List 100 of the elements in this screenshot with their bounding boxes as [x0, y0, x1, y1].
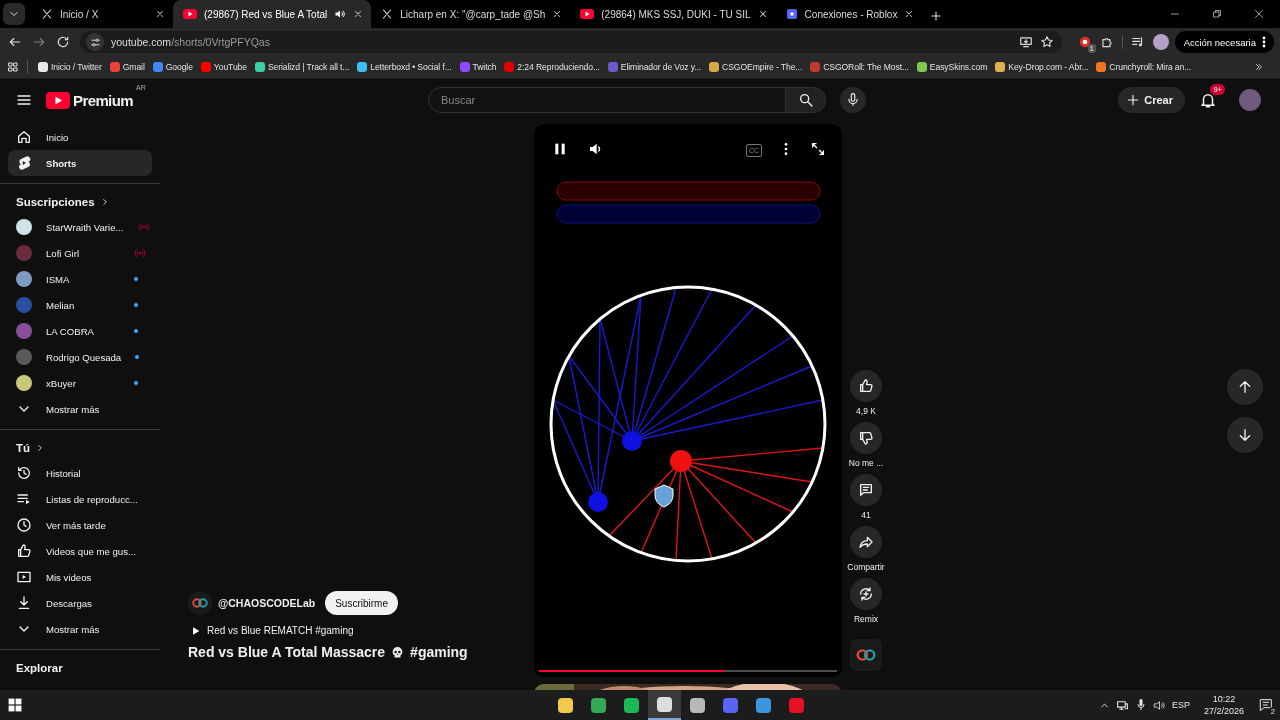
subscription-item[interactable]: Rodrigo Quesada	[8, 344, 152, 370]
close-icon[interactable]	[757, 9, 768, 19]
remix-button[interactable]	[850, 578, 882, 610]
dislike-button[interactable]	[850, 422, 882, 454]
sidebar-item[interactable]: Inicio	[8, 124, 152, 150]
media-icon[interactable]	[1130, 35, 1145, 49]
subscription-item[interactable]: Melian	[8, 292, 152, 318]
star-icon[interactable]	[1039, 35, 1054, 49]
create-button[interactable]: Crear	[1118, 87, 1185, 113]
section-heading[interactable]: Explorar	[8, 655, 152, 680]
subscription-item[interactable]: ISMA	[8, 266, 152, 292]
section-heading[interactable]: Suscripciones	[8, 189, 152, 214]
channel-name[interactable]: @CHAOSCODELab	[218, 597, 316, 609]
section-heading[interactable]: Tú	[8, 435, 152, 460]
fullscreen-button[interactable]	[810, 141, 826, 157]
download-icon	[16, 595, 32, 611]
arrow-down-icon	[1237, 426, 1253, 443]
account-avatar[interactable]	[1239, 89, 1261, 111]
subscription-item[interactable]: LA COBRA	[8, 318, 152, 344]
install-icon[interactable]	[1018, 35, 1033, 49]
close-icon[interactable]	[353, 9, 364, 19]
share-button[interactable]	[850, 526, 882, 558]
shorts-icon	[16, 155, 32, 171]
previous-video-button[interactable]	[1227, 368, 1263, 405]
bookmark[interactable]: Twitch	[455, 58, 501, 76]
bookmark[interactable]: 2:24 Reproduciendo...	[500, 58, 604, 76]
bookmark[interactable]: Key-Drop.com - Abr...	[991, 58, 1093, 76]
more-bookmarks-icon[interactable]	[1254, 62, 1264, 72]
bookmark[interactable]: Serializd | Track all t...	[250, 58, 354, 76]
channel-avatar[interactable]	[188, 591, 212, 615]
video-title: Red vs Blue A Total Massacre	[188, 644, 386, 660]
sidebar-item[interactable]: Descargas	[8, 590, 152, 616]
bookmark[interactable]: Inicio / Twitter	[34, 58, 106, 76]
sidebar-item[interactable]: Mostrar más	[8, 396, 152, 422]
action-button[interactable]: Acción necesaria	[1174, 31, 1274, 53]
network-icon[interactable]	[1115, 698, 1129, 712]
taskbar-app[interactable]	[648, 690, 681, 720]
sidebar-item[interactable]: Ver más tarde	[8, 512, 152, 538]
apps-grid-icon[interactable]	[7, 61, 19, 73]
channel-avatar[interactable]	[850, 639, 882, 671]
related-video-link[interactable]: Red vs Blue REMATCH #gaming	[188, 625, 534, 636]
close-icon[interactable]	[552, 9, 563, 19]
sidebar-item[interactable]: Shorts	[8, 150, 152, 176]
bookmark[interactable]: Eliminador de Voz y...	[603, 58, 706, 76]
speaker-icon[interactable]	[1152, 698, 1166, 712]
browser-tab[interactable]: (29864) MKS SSJ, DUKI - TU SIL	[570, 0, 776, 28]
extension-icon[interactable]	[1077, 35, 1092, 49]
mic-icon[interactable]	[1134, 699, 1147, 711]
windows-logo-icon[interactable]	[8, 698, 22, 712]
profile-avatar[interactable]	[1152, 34, 1169, 50]
sidebar-item[interactable]: Mis videos	[8, 564, 152, 590]
menu-icon[interactable]	[16, 92, 32, 108]
hashtag-link[interactable]: #gaming	[410, 644, 468, 660]
puzzle-icon[interactable]	[1099, 35, 1114, 49]
language-indicator[interactable]: ESP	[1171, 700, 1190, 710]
bookmark[interactable]: Google	[148, 58, 197, 76]
browser-tab[interactable]: Licharp en X: "@carp_tade @Sh	[371, 0, 571, 28]
tab-list-button[interactable]	[3, 3, 25, 25]
subscription-item[interactable]: Lofi Girl	[8, 240, 152, 266]
pause-button[interactable]	[552, 141, 568, 157]
play-logo-icon	[580, 9, 595, 19]
bookmark[interactable]: Gmail	[105, 58, 149, 76]
bookmark[interactable]: Crunchyroll: Mira an...	[1092, 58, 1196, 76]
bookmark[interactable]: EasySkins.com	[912, 58, 992, 76]
sidebar-item[interactable]: Historial	[8, 460, 152, 486]
play-logo-icon[interactable]	[46, 91, 70, 109]
subscription-item[interactable]: StarWraith Varie...	[8, 214, 152, 240]
site-settings-button[interactable]	[86, 33, 104, 51]
bookmark[interactable]: CSGORoll: The Most...	[806, 58, 913, 76]
comments-count: 41	[861, 509, 871, 522]
voice-search-button[interactable]	[840, 87, 866, 113]
next-video-button[interactable]	[1227, 416, 1263, 453]
sidebar-item[interactable]: Listas de reproducc...	[8, 486, 152, 512]
share-count: Compartir	[847, 561, 885, 574]
like-button[interactable]	[850, 370, 882, 402]
forward-icon[interactable]	[32, 35, 46, 49]
dislike-count: No me ...	[848, 457, 884, 470]
reload-icon[interactable]	[56, 35, 70, 49]
back-icon[interactable]	[8, 35, 22, 49]
new-tab-icon[interactable]	[930, 10, 943, 22]
bookmark[interactable]: CSGOEmpire - The...	[705, 58, 807, 76]
bookmark[interactable]: Letterboxd • Social f...	[353, 58, 456, 76]
search-button[interactable]	[786, 87, 826, 113]
browser-tab[interactable]: Conexiones - Roblox	[775, 0, 923, 28]
browser-tab[interactable]: Inicio / X	[31, 0, 173, 28]
sidebar-item[interactable]: Mostrar más	[8, 616, 152, 642]
logo-text[interactable]: Premium	[73, 91, 133, 109]
comments-button[interactable]	[850, 474, 882, 506]
close-icon[interactable]	[155, 9, 165, 19]
share-icon	[858, 534, 874, 550]
close-icon[interactable]	[904, 9, 915, 19]
subscription-item[interactable]: xBuyer	[8, 370, 152, 396]
search-field[interactable]: Buscar	[428, 87, 786, 113]
sidebar-item[interactable]: Videos que me gus...	[8, 538, 152, 564]
clock[interactable]: 10:22 27/2/2026	[1203, 693, 1244, 717]
plus-icon	[1126, 93, 1141, 107]
browser-tab[interactable]: (29867) Red vs Blue A Total	[173, 0, 372, 28]
fullscreen-icon	[810, 141, 826, 157]
subscribe-button[interactable]: Suscribirme	[325, 591, 398, 615]
bookmark[interactable]: YouTube	[196, 58, 251, 76]
